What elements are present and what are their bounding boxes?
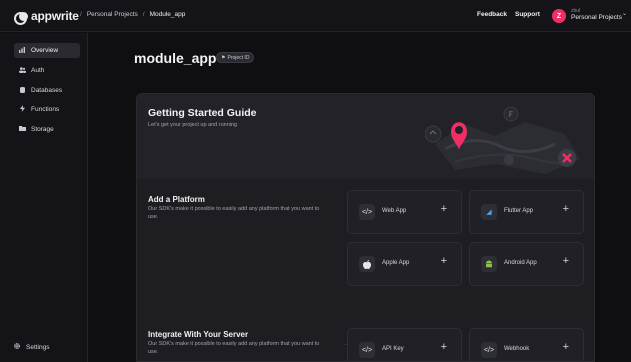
platform-section-title: Add a Platform bbox=[148, 195, 205, 204]
sidebar-item-overview[interactable]: Overview bbox=[14, 43, 80, 58]
plus-icon: + bbox=[562, 255, 569, 267]
avatar[interactable]: Z bbox=[552, 9, 566, 23]
card-label: Flutter App bbox=[504, 208, 534, 214]
page-title: module_app bbox=[134, 50, 217, 66]
code-icon: </> bbox=[481, 342, 497, 358]
breadcrumb: / Personal Projects / Module_app bbox=[80, 11, 185, 18]
server-section-desc: Our SDK's make it possible to easily add… bbox=[148, 341, 320, 355]
plus-icon: + bbox=[562, 341, 569, 353]
breadcrumb-separator: / bbox=[142, 11, 145, 18]
breadcrumb-org[interactable]: Personal Projects bbox=[87, 11, 138, 18]
guide-header: Getting Started Guide Let's get your pro… bbox=[137, 94, 594, 179]
top-bar: appwrite / Personal Projects / Module_ap… bbox=[0, 0, 631, 32]
guide-title: Getting Started Guide bbox=[148, 107, 257, 119]
sidebar-item-storage[interactable]: Storage bbox=[14, 122, 80, 137]
chart-icon bbox=[19, 46, 25, 55]
lightning-icon bbox=[19, 105, 25, 114]
flutter-app-button[interactable]: ◢ Flutter App + bbox=[469, 190, 584, 234]
chevron-down-icon[interactable]: ⌄ bbox=[622, 10, 627, 17]
appwrite-logo[interactable]: appwrite bbox=[14, 9, 79, 25]
users-icon bbox=[19, 66, 26, 75]
sidebar-item-functions[interactable]: Functions bbox=[14, 102, 80, 117]
logo-text: appwrite bbox=[31, 9, 79, 23]
apple-app-button[interactable]: Apple App + bbox=[347, 242, 462, 286]
api-key-button[interactable]: </> API Key + bbox=[347, 328, 462, 361]
card-label: API Key bbox=[382, 346, 404, 352]
sidebar-item-label: Databases bbox=[31, 87, 63, 94]
platform-section-desc: Our SDK's make it possible to easily add… bbox=[148, 206, 320, 220]
sidebar-item-label: Overview bbox=[31, 47, 59, 54]
guide-subtitle: Let's get your project up and running bbox=[148, 122, 238, 128]
map-illustration-icon: ₣ bbox=[425, 106, 580, 174]
user-org: Personal Projects bbox=[571, 14, 622, 21]
sidebar: Overview Auth Databases Functions Storag… bbox=[0, 33, 88, 362]
apple-icon bbox=[359, 256, 375, 272]
flutter-icon: ◢ bbox=[481, 204, 497, 220]
project-id-button[interactable]: ⚑ Project ID bbox=[216, 52, 255, 63]
card-label: Android App bbox=[504, 260, 537, 266]
android-icon bbox=[481, 256, 497, 272]
card-label: Apple App bbox=[382, 260, 410, 266]
gear-icon bbox=[14, 343, 20, 351]
breadcrumb-separator: / bbox=[80, 11, 82, 18]
feedback-button[interactable]: Feedback bbox=[477, 11, 507, 18]
server-section-title: Integrate With Your Server bbox=[148, 330, 249, 339]
breadcrumb-project[interactable]: Module_app bbox=[150, 11, 186, 18]
code-icon: </> bbox=[359, 342, 375, 358]
support-button[interactable]: Support bbox=[515, 11, 540, 18]
sidebar-item-label: Functions bbox=[31, 106, 60, 113]
card-label: Webhook bbox=[504, 346, 530, 352]
main-content: module_app ⚑ Project ID Getting Started … bbox=[89, 33, 631, 362]
plus-icon: + bbox=[440, 255, 447, 267]
plus-icon: + bbox=[440, 341, 447, 353]
webhook-button[interactable]: </> Webhook + bbox=[469, 328, 584, 361]
android-app-button[interactable]: Android App + bbox=[469, 242, 584, 286]
tag-icon: ⚑ bbox=[221, 54, 226, 61]
user-menu[interactable]: zbul Personal Projects bbox=[571, 9, 622, 22]
web-app-button[interactable]: </> Web App + bbox=[347, 190, 462, 234]
svg-text:₣: ₣ bbox=[508, 110, 513, 119]
card-label: Web App bbox=[382, 208, 407, 214]
database-icon bbox=[19, 86, 25, 95]
sidebar-item-settings[interactable]: Settings bbox=[14, 343, 50, 351]
sidebar-item-label: Settings bbox=[26, 343, 50, 351]
getting-started-panel: Getting Started Guide Let's get your pro… bbox=[136, 93, 595, 362]
folder-icon bbox=[19, 126, 26, 133]
sidebar-item-auth[interactable]: Auth bbox=[14, 63, 80, 78]
plus-icon: + bbox=[440, 203, 447, 215]
code-icon: </> bbox=[359, 204, 375, 220]
sidebar-item-label: Auth bbox=[31, 67, 45, 74]
sidebar-item-databases[interactable]: Databases bbox=[14, 83, 80, 98]
sidebar-item-label: Storage bbox=[31, 126, 54, 133]
appwrite-logo-icon bbox=[14, 11, 28, 25]
project-id-label: Project ID bbox=[227, 54, 250, 61]
plus-icon: + bbox=[562, 203, 569, 215]
